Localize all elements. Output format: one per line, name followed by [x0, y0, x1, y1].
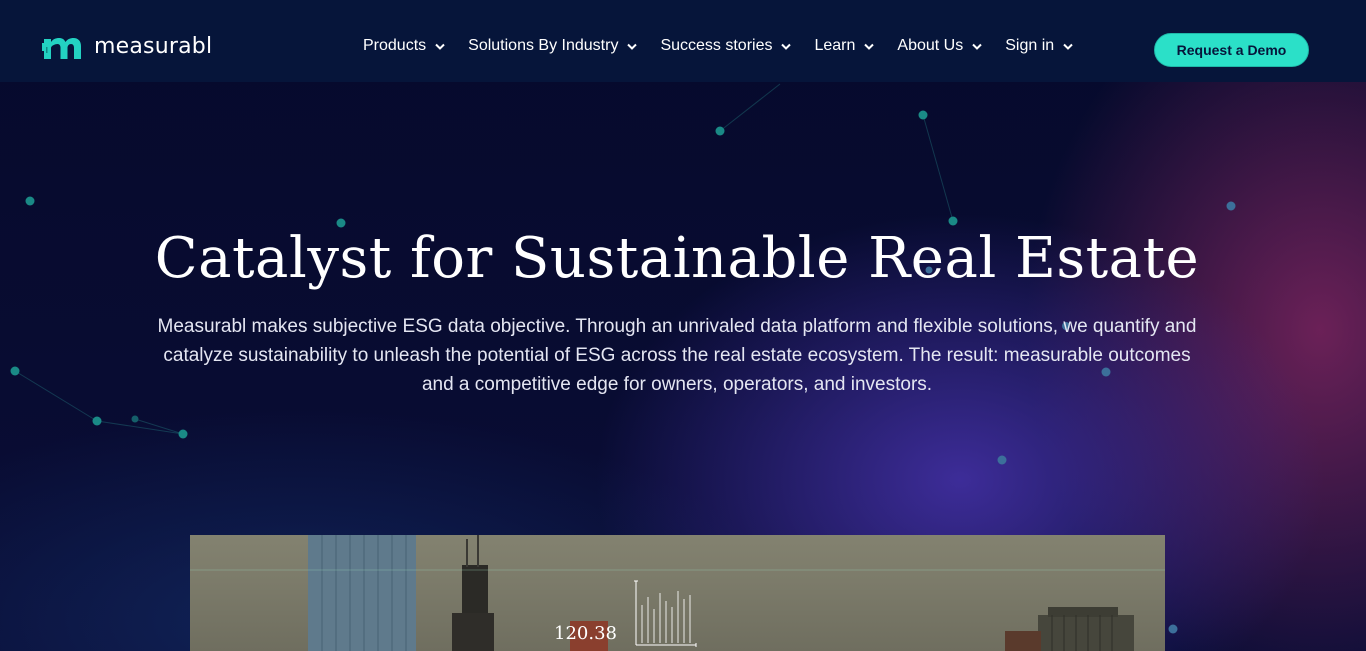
nav-item-label: Products	[363, 37, 427, 54]
nav-item-label: About Us	[897, 37, 964, 54]
mini-chart-icon	[634, 580, 697, 647]
hero-title: Catalyst for Sustainable Real Estate	[154, 226, 1200, 291]
chevron-down-icon	[781, 43, 792, 50]
hero-image: 120.38	[190, 535, 1165, 651]
request-demo-button[interactable]: Request a Demo	[1154, 33, 1309, 67]
overlay-metric-value: 120.38	[554, 623, 617, 644]
chevron-down-icon	[972, 43, 982, 50]
nav-item-about-us[interactable]: About Us	[897, 37, 982, 55]
nav-item-sign-in[interactable]: Sign in	[1005, 37, 1073, 55]
chevron-down-icon	[864, 43, 875, 50]
site-header: measurabl Products Solutions By Industry…	[0, 0, 1366, 82]
hero-subtitle: Measurabl makes subjective ESG data obje…	[157, 316, 1197, 395]
brand-name: measurabl	[94, 33, 213, 59]
nav-item-label: Success stories	[660, 37, 773, 54]
nav-item-label: Sign in	[1005, 37, 1055, 54]
chevron-down-icon	[627, 43, 638, 50]
nav-item-learn[interactable]: Learn	[814, 37, 875, 55]
measurabl-logo-icon	[42, 38, 81, 59]
city-skyline-illustration	[190, 535, 1165, 651]
chevron-down-icon	[1063, 43, 1073, 50]
nav-item-label: Learn	[814, 37, 856, 54]
nav-item-products[interactable]: Products	[363, 37, 445, 55]
nav-item-solutions-by-industry[interactable]: Solutions By Industry	[468, 37, 638, 55]
main-nav: Products Solutions By Industry Success s…	[363, 37, 1096, 55]
nav-item-success-stories[interactable]: Success stories	[660, 37, 792, 55]
nav-item-label: Solutions By Industry	[468, 37, 619, 54]
chevron-down-icon	[435, 43, 445, 50]
brand-logo[interactable]: measurabl	[42, 33, 212, 59]
